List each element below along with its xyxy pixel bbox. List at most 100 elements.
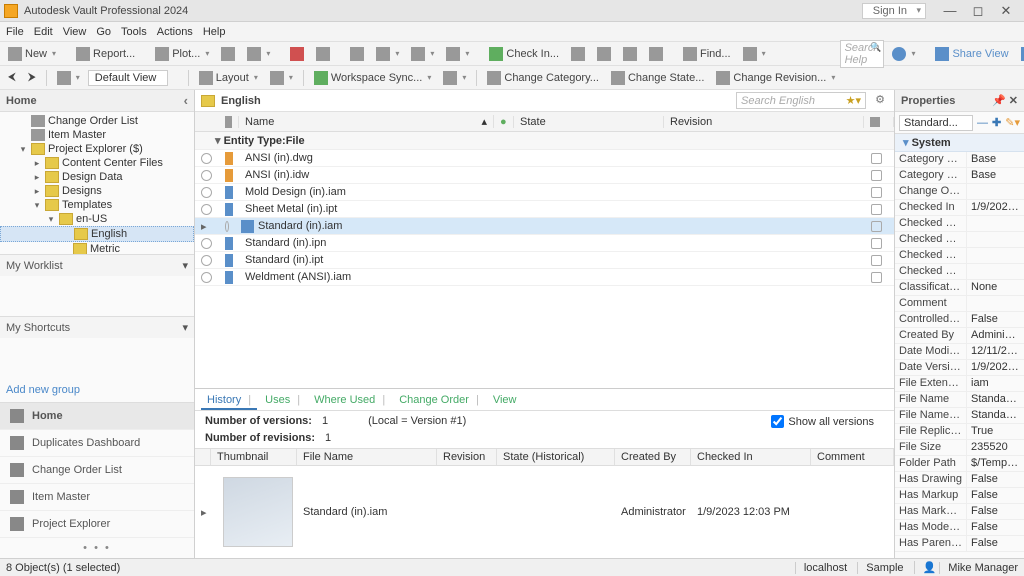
layout-button[interactable]: Layout [195, 70, 262, 86]
property-row[interactable]: Has Parent ...False [895, 536, 1024, 552]
props-combo[interactable]: Standard... [899, 115, 973, 131]
print-icon[interactable] [217, 46, 239, 62]
property-row[interactable]: Checked Ou... [895, 248, 1024, 264]
co1-icon[interactable] [567, 46, 589, 62]
search-folder-input[interactable]: Search English★▾ [736, 92, 866, 109]
pin-icon[interactable]: 📌 [992, 95, 1006, 107]
nav-project-explorer[interactable]: Project Explorer [0, 511, 194, 538]
props-minus-icon[interactable]: — [977, 117, 988, 129]
change-category-button[interactable]: Change Category... [483, 70, 603, 86]
minimize-button[interactable]: — [936, 4, 964, 18]
property-row[interactable]: Created ByAdministrator [895, 328, 1024, 344]
menu-tools[interactable]: Tools [121, 26, 147, 38]
tree-node[interactable]: ▸Designs [0, 184, 194, 198]
file-grid[interactable]: Name▴ ● State Revision Entity Type:File … [195, 112, 894, 388]
doc3-icon[interactable] [407, 46, 438, 62]
property-row[interactable]: Has Markup...False [895, 504, 1024, 520]
props-edit-icon[interactable]: ✎▾ [1005, 116, 1020, 129]
col-state[interactable]: State [514, 116, 664, 128]
property-row[interactable]: Checked In1/9/2023 12:... [895, 200, 1024, 216]
print-dd-icon[interactable] [243, 46, 274, 62]
file-row[interactable]: ▸Standard (in).iam [195, 218, 894, 235]
search-help-input[interactable]: Search Help [840, 40, 885, 68]
tree-node[interactable]: Item Master [0, 128, 194, 142]
co2-icon[interactable] [593, 46, 615, 62]
tree-node[interactable]: ▾en-US [0, 212, 194, 226]
file-row[interactable]: Standard (in).ipn [195, 235, 894, 252]
property-row[interactable]: File NameStandard (in)... [895, 392, 1024, 408]
menu-edit[interactable]: Edit [34, 26, 53, 38]
props-plus-icon[interactable]: ✚ [992, 116, 1001, 129]
find-button[interactable]: Find... [679, 46, 735, 62]
menu-actions[interactable]: Actions [157, 26, 193, 38]
layout2-icon[interactable] [266, 70, 297, 86]
property-row[interactable]: File Name (...Standard (in)... [895, 408, 1024, 424]
tab-where-used[interactable]: Where Used [308, 392, 391, 410]
file-row[interactable]: ANSI (in).dwg [195, 150, 894, 167]
help-dd-icon[interactable] [888, 46, 919, 62]
tree-node[interactable]: ▸Content Center Files [0, 156, 194, 170]
view-combo[interactable]: Default View [88, 70, 168, 86]
property-row[interactable]: ClassificationNone [895, 280, 1024, 296]
nav-duplicates[interactable]: Duplicates Dashboard [0, 430, 194, 457]
nav-item-master[interactable]: Item Master [0, 484, 194, 511]
property-row[interactable]: File Replicat...True [895, 424, 1024, 440]
nav-more-icon[interactable]: • • • [0, 538, 194, 558]
property-row[interactable]: Checked Out [895, 216, 1024, 232]
attach-icon[interactable] [312, 46, 334, 62]
property-row[interactable]: File Size235520 [895, 440, 1024, 456]
tab-change-order[interactable]: Change Order [393, 392, 485, 410]
col-name[interactable]: Name▴ [239, 115, 494, 128]
property-row[interactable]: Checked Ou... [895, 264, 1024, 280]
tree-node[interactable]: ▾Project Explorer ($) [0, 142, 194, 156]
shortcuts-header[interactable]: My Shortcuts▾ [0, 317, 194, 338]
share-view-button[interactable]: Share View [931, 46, 1012, 62]
property-row[interactable]: Category Na...Base [895, 168, 1024, 184]
delete-icon[interactable] [286, 46, 308, 62]
close-button[interactable]: ✕ [992, 4, 1020, 18]
property-row[interactable]: Date Version...1/9/2023 12:... [895, 360, 1024, 376]
tab-view[interactable]: View [487, 392, 527, 410]
property-row[interactable]: Checked Ou... [895, 232, 1024, 248]
property-row[interactable]: Date Modified12/11/2022 1... [895, 344, 1024, 360]
show-all-versions-checkbox[interactable] [771, 415, 784, 428]
co4-icon[interactable] [645, 46, 667, 62]
find-dd-icon[interactable] [739, 46, 770, 62]
ws2-icon[interactable] [439, 70, 470, 86]
doc2-icon[interactable] [372, 46, 403, 62]
file-row[interactable]: ANSI (in).idw [195, 167, 894, 184]
report-button[interactable]: Report... [72, 46, 139, 62]
change-revision-button[interactable]: Change Revision... [712, 70, 839, 86]
worklist-header[interactable]: My Worklist▾ [0, 255, 194, 276]
change-state-button[interactable]: Change State... [607, 70, 708, 86]
signin-button[interactable]: Sign In [862, 3, 926, 19]
menu-help[interactable]: Help [203, 26, 226, 38]
checkin-button[interactable]: Check In... [485, 46, 563, 62]
file-row[interactable]: Mold Design (in).iam [195, 184, 894, 201]
plot-button[interactable]: Plot... [151, 46, 213, 62]
property-row[interactable]: Has DrawingFalse [895, 472, 1024, 488]
tree-node[interactable]: Metric [0, 242, 194, 254]
co3-icon[interactable] [619, 46, 641, 62]
tree-node[interactable]: English [0, 226, 194, 242]
layout-icon[interactable] [53, 70, 84, 86]
file-row[interactable]: Weldment (ANSI).iam [195, 269, 894, 286]
detail-row[interactable]: ▸ Standard (in).iam Administrator 1/9/20… [195, 466, 894, 558]
props-group-system[interactable]: System [895, 134, 1024, 152]
add-new-group-link[interactable]: Add new group [0, 378, 194, 402]
tab-uses[interactable]: Uses [259, 392, 306, 410]
property-row[interactable]: Comment [895, 296, 1024, 312]
nav-change-order[interactable]: Change Order List [0, 457, 194, 484]
nav-home[interactable]: Home [0, 403, 194, 430]
property-row[interactable]: Folder Path$/Templates... [895, 456, 1024, 472]
entity-group[interactable]: Entity Type:File [195, 132, 894, 150]
menu-view[interactable]: View [63, 26, 87, 38]
col-revision[interactable]: Revision [664, 116, 864, 128]
property-row[interactable]: File Extensioniam [895, 376, 1024, 392]
tab-history[interactable]: History [201, 392, 257, 410]
new-button[interactable]: New [4, 46, 60, 62]
property-row[interactable]: Has MarkupFalse [895, 488, 1024, 504]
back-icon[interactable]: ⮜ [4, 70, 20, 85]
folder-tree[interactable]: Change Order ListItem Master▾Project Exp… [0, 112, 194, 254]
workspace-sync-button[interactable]: Workspace Sync... [310, 70, 436, 86]
